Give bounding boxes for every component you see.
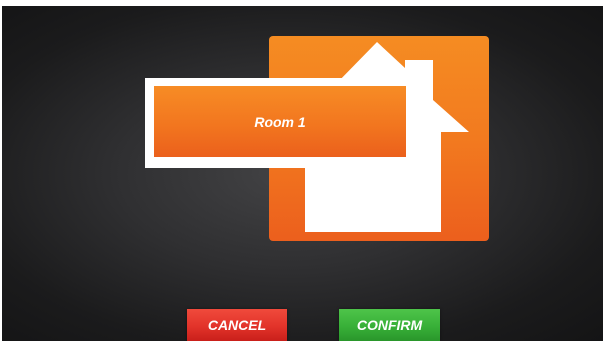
room-name-label: Room 1	[254, 113, 306, 130]
cancel-button[interactable]: CANCEL	[187, 309, 287, 341]
room-editor-screen: Room 1 CANCEL CONFIRM	[2, 6, 603, 341]
cancel-button-label: CANCEL	[207, 317, 267, 333]
confirm-button-label: CONFIRM	[356, 317, 423, 333]
confirm-button[interactable]: CONFIRM	[339, 309, 440, 341]
room-name-field[interactable]: Room 1	[154, 86, 406, 157]
